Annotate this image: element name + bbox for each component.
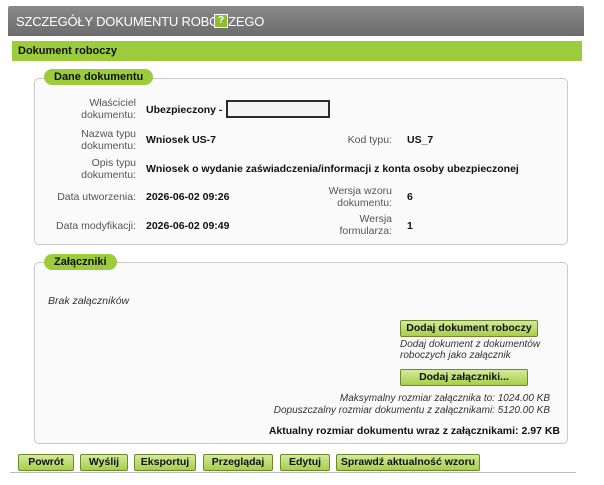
created-value: 2026-06-02 09:26	[146, 191, 230, 203]
modified-value: 2026-06-02 09:49	[146, 220, 230, 232]
add-draft-hint: Dodaj dokument z dokumentów roboczych jak…	[400, 339, 541, 361]
form-version-value: 1	[407, 220, 413, 232]
attachments-legend: Załączniki	[44, 254, 117, 270]
no-attachments-text: Brak załączników	[48, 295, 130, 307]
owner-redacted-field	[226, 100, 330, 118]
current-document-size-text: Aktualny rozmiar dokumentu wraz z załącz…	[268, 425, 560, 437]
type-desc-label: Opis typu dokumentu:	[81, 157, 136, 181]
add-attachments-button[interactable]: Dodaj załączniki...	[400, 369, 528, 386]
owner-label: Właściciel dokumentu:	[81, 97, 136, 121]
type-desc-value: Wniosek o wydanie zaświadczenia/informac…	[146, 163, 519, 175]
form-version-label: Wersja formularza:	[339, 213, 392, 237]
created-label: Data utworzenia:	[57, 191, 136, 203]
check-template-version-button[interactable]: Sprawdź aktualność wzoru	[336, 454, 480, 471]
max-document-size-text: Dopuszczalny rozmiar dokumentu z załączn…	[273, 405, 550, 416]
section-header: Dokument roboczy	[12, 41, 582, 61]
type-name-value: Wniosek US-7	[146, 134, 217, 146]
type-code-value: US_7	[407, 134, 434, 146]
template-version-label: Wersja wzoru dokumentu:	[328, 185, 392, 209]
help-icon[interactable]: ?	[214, 14, 228, 28]
title-bar: SZCZEGÓŁY DOKUMENTU ROBOCZEGO ?	[8, 6, 584, 36]
document-data-legend: Dane dokumentu	[44, 69, 154, 85]
edit-button[interactable]: Edytuj	[280, 454, 330, 471]
footer-divider	[10, 472, 576, 473]
type-name-label: Nazwa typu dokumentu:	[81, 128, 136, 152]
send-button[interactable]: Wyślij	[80, 454, 128, 471]
preview-button[interactable]: Przeglądaj	[203, 454, 273, 471]
export-button[interactable]: Eksportuj	[134, 454, 196, 471]
back-button[interactable]: Powrót	[18, 454, 74, 471]
add-draft-document-button[interactable]: Dodaj dokument roboczy	[400, 320, 538, 337]
modified-label: Data modyfikacji:	[56, 220, 136, 232]
template-version-value: 6	[407, 191, 413, 203]
type-code-label: Kod typu:	[347, 134, 392, 146]
owner-value: Ubezpieczony -	[146, 104, 223, 116]
max-attachment-size-text: Maksymalny rozmiar załącznika to: 1024.0…	[339, 393, 550, 404]
